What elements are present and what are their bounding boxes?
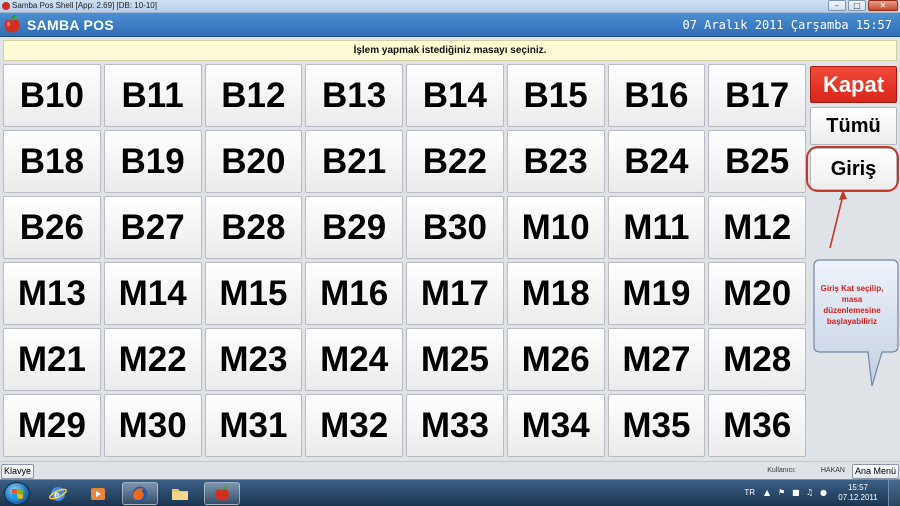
- close-button[interactable]: Kapat: [810, 66, 897, 103]
- user-label: Kullanıcı:: [767, 467, 796, 474]
- table-button[interactable]: M30: [103, 394, 202, 457]
- table-button[interactable]: B21: [305, 130, 403, 193]
- all-button[interactable]: Tümü: [810, 107, 897, 145]
- tray-time: 15:57: [847, 483, 869, 492]
- table-button[interactable]: B18: [3, 130, 101, 193]
- app-header: SAMBA POS 07 Aralık 2011 Çarşamba 15:57: [0, 13, 900, 37]
- close-icon[interactable]: ✕: [868, 0, 898, 11]
- internet-explorer-icon[interactable]: e: [40, 482, 76, 505]
- system-tray: TR ▲ ⚑ ■ ♫ ● 15:57 07.12.2011: [730, 480, 900, 506]
- table-button[interactable]: B28: [204, 196, 303, 259]
- arrow-head-icon: [839, 190, 847, 200]
- table-button[interactable]: B11: [103, 64, 202, 127]
- table-button[interactable]: B15: [506, 64, 605, 127]
- samba-pos-icon[interactable]: [204, 482, 240, 505]
- table-button[interactable]: M35: [607, 394, 706, 457]
- table-button[interactable]: B12: [204, 64, 303, 127]
- table-button[interactable]: B22: [406, 130, 504, 193]
- annotation-arrow: [829, 194, 844, 249]
- table-button[interactable]: M10: [506, 196, 605, 259]
- table-button[interactable]: B10: [3, 64, 101, 127]
- main-menu-button[interactable]: Ana Menü: [851, 464, 899, 479]
- table-button[interactable]: M34: [506, 394, 605, 457]
- table-button[interactable]: B14: [406, 64, 504, 127]
- table-button[interactable]: M23: [204, 328, 303, 391]
- table-button[interactable]: M11: [607, 196, 706, 259]
- table-button[interactable]: M32: [305, 394, 403, 457]
- table-button[interactable]: M15: [204, 262, 303, 325]
- user-name: HAKAN: [820, 467, 845, 474]
- language-indicator[interactable]: TR: [744, 488, 755, 497]
- table-button[interactable]: M28: [708, 328, 806, 391]
- volume-icon[interactable]: ♫: [806, 489, 814, 497]
- taskbar: e TR ▲ ⚑ ■ ♫ ● 15:57 07.12.2011: [0, 479, 900, 506]
- table-button[interactable]: M24: [305, 328, 403, 391]
- table-button[interactable]: M21: [3, 328, 101, 391]
- table-button[interactable]: M26: [506, 328, 605, 391]
- table-button[interactable]: B17: [708, 64, 806, 127]
- table-button[interactable]: B26: [3, 196, 101, 259]
- table-button[interactable]: M14: [103, 262, 202, 325]
- table-button[interactable]: M18: [506, 262, 605, 325]
- tray-date: 07.12.2011: [838, 493, 878, 502]
- window-controls: – □ ✕: [828, 0, 898, 12]
- table-button[interactable]: B20: [204, 130, 303, 193]
- table-button[interactable]: M25: [406, 328, 504, 391]
- callout-text: Giriş Kat seçilip, masa düzenlemesine ba…: [812, 283, 892, 327]
- show-hidden-icons-icon[interactable]: ▲: [764, 489, 772, 497]
- table-button[interactable]: M33: [406, 394, 504, 457]
- window-titlebar: Samba Pos Shell [App: 2.69] [DB: 10-10] …: [0, 0, 900, 13]
- windows-start-icon[interactable]: [4, 482, 30, 505]
- svg-text:e: e: [54, 490, 60, 501]
- window-title: Samba Pos Shell [App: 2.69] [DB: 10-10]: [12, 1, 157, 10]
- table-button[interactable]: B19: [103, 130, 202, 193]
- table-button[interactable]: M29: [3, 394, 101, 457]
- table-button[interactable]: M22: [103, 328, 202, 391]
- show-desktop-button[interactable]: [888, 480, 900, 506]
- table-button[interactable]: M20: [708, 262, 806, 325]
- table-button[interactable]: M27: [607, 328, 706, 391]
- tray-app-icon[interactable]: ●: [820, 489, 828, 497]
- media-player-icon[interactable]: [80, 482, 116, 505]
- keyboard-button[interactable]: Klavye: [1, 464, 35, 479]
- folder-icon[interactable]: [162, 482, 198, 505]
- firefox-icon[interactable]: [122, 482, 158, 505]
- table-button[interactable]: B27: [103, 196, 202, 259]
- network-icon[interactable]: ■: [792, 489, 800, 497]
- callout-line: düzenlemesine: [823, 306, 881, 315]
- table-grid: B10 B11 B12 B13 B14 B15 B16 B17 B18 B19 B20 B21 B22 B…: [3, 64, 806, 457]
- maximize-icon[interactable]: □: [848, 0, 866, 11]
- action-center-flag-icon[interactable]: ⚑: [778, 489, 786, 497]
- minimize-icon[interactable]: –: [828, 0, 846, 11]
- table-button[interactable]: M13: [3, 262, 101, 325]
- callout-line: Giriş Kat seçilip,: [820, 284, 884, 293]
- app-icon: [2, 2, 10, 10]
- table-button[interactable]: B29: [305, 196, 403, 259]
- table-button[interactable]: M19: [607, 262, 706, 325]
- tray-clock[interactable]: 15:57 07.12.2011: [838, 483, 878, 503]
- app-title: SAMBA POS: [27, 17, 114, 33]
- table-button[interactable]: B16: [607, 64, 706, 127]
- table-button[interactable]: M16: [305, 262, 403, 325]
- table-button[interactable]: M36: [708, 394, 806, 457]
- table-button[interactable]: B25: [708, 130, 806, 193]
- table-button[interactable]: B30: [406, 196, 504, 259]
- table-button[interactable]: B23: [506, 130, 605, 193]
- table-button[interactable]: M17: [406, 262, 504, 325]
- table-button[interactable]: B13: [305, 64, 403, 127]
- table-button[interactable]: B24: [607, 130, 706, 193]
- callout-line: başlayabiliriz: [826, 317, 878, 326]
- table-button[interactable]: M12: [708, 196, 806, 259]
- instruction-text: İşlem yapmak istediğiniz masayı seçiniz.: [3, 40, 897, 61]
- header-datetime: 07 Aralık 2011 Çarşamba 15:57: [682, 18, 892, 32]
- windows-flag-icon: [12, 489, 23, 499]
- status-bar: Klavye Kullanıcı: HAKAN Ana Menü: [0, 461, 900, 479]
- apple-icon: [4, 15, 20, 33]
- table-button[interactable]: M31: [204, 394, 303, 457]
- callout-line: masa: [841, 295, 863, 304]
